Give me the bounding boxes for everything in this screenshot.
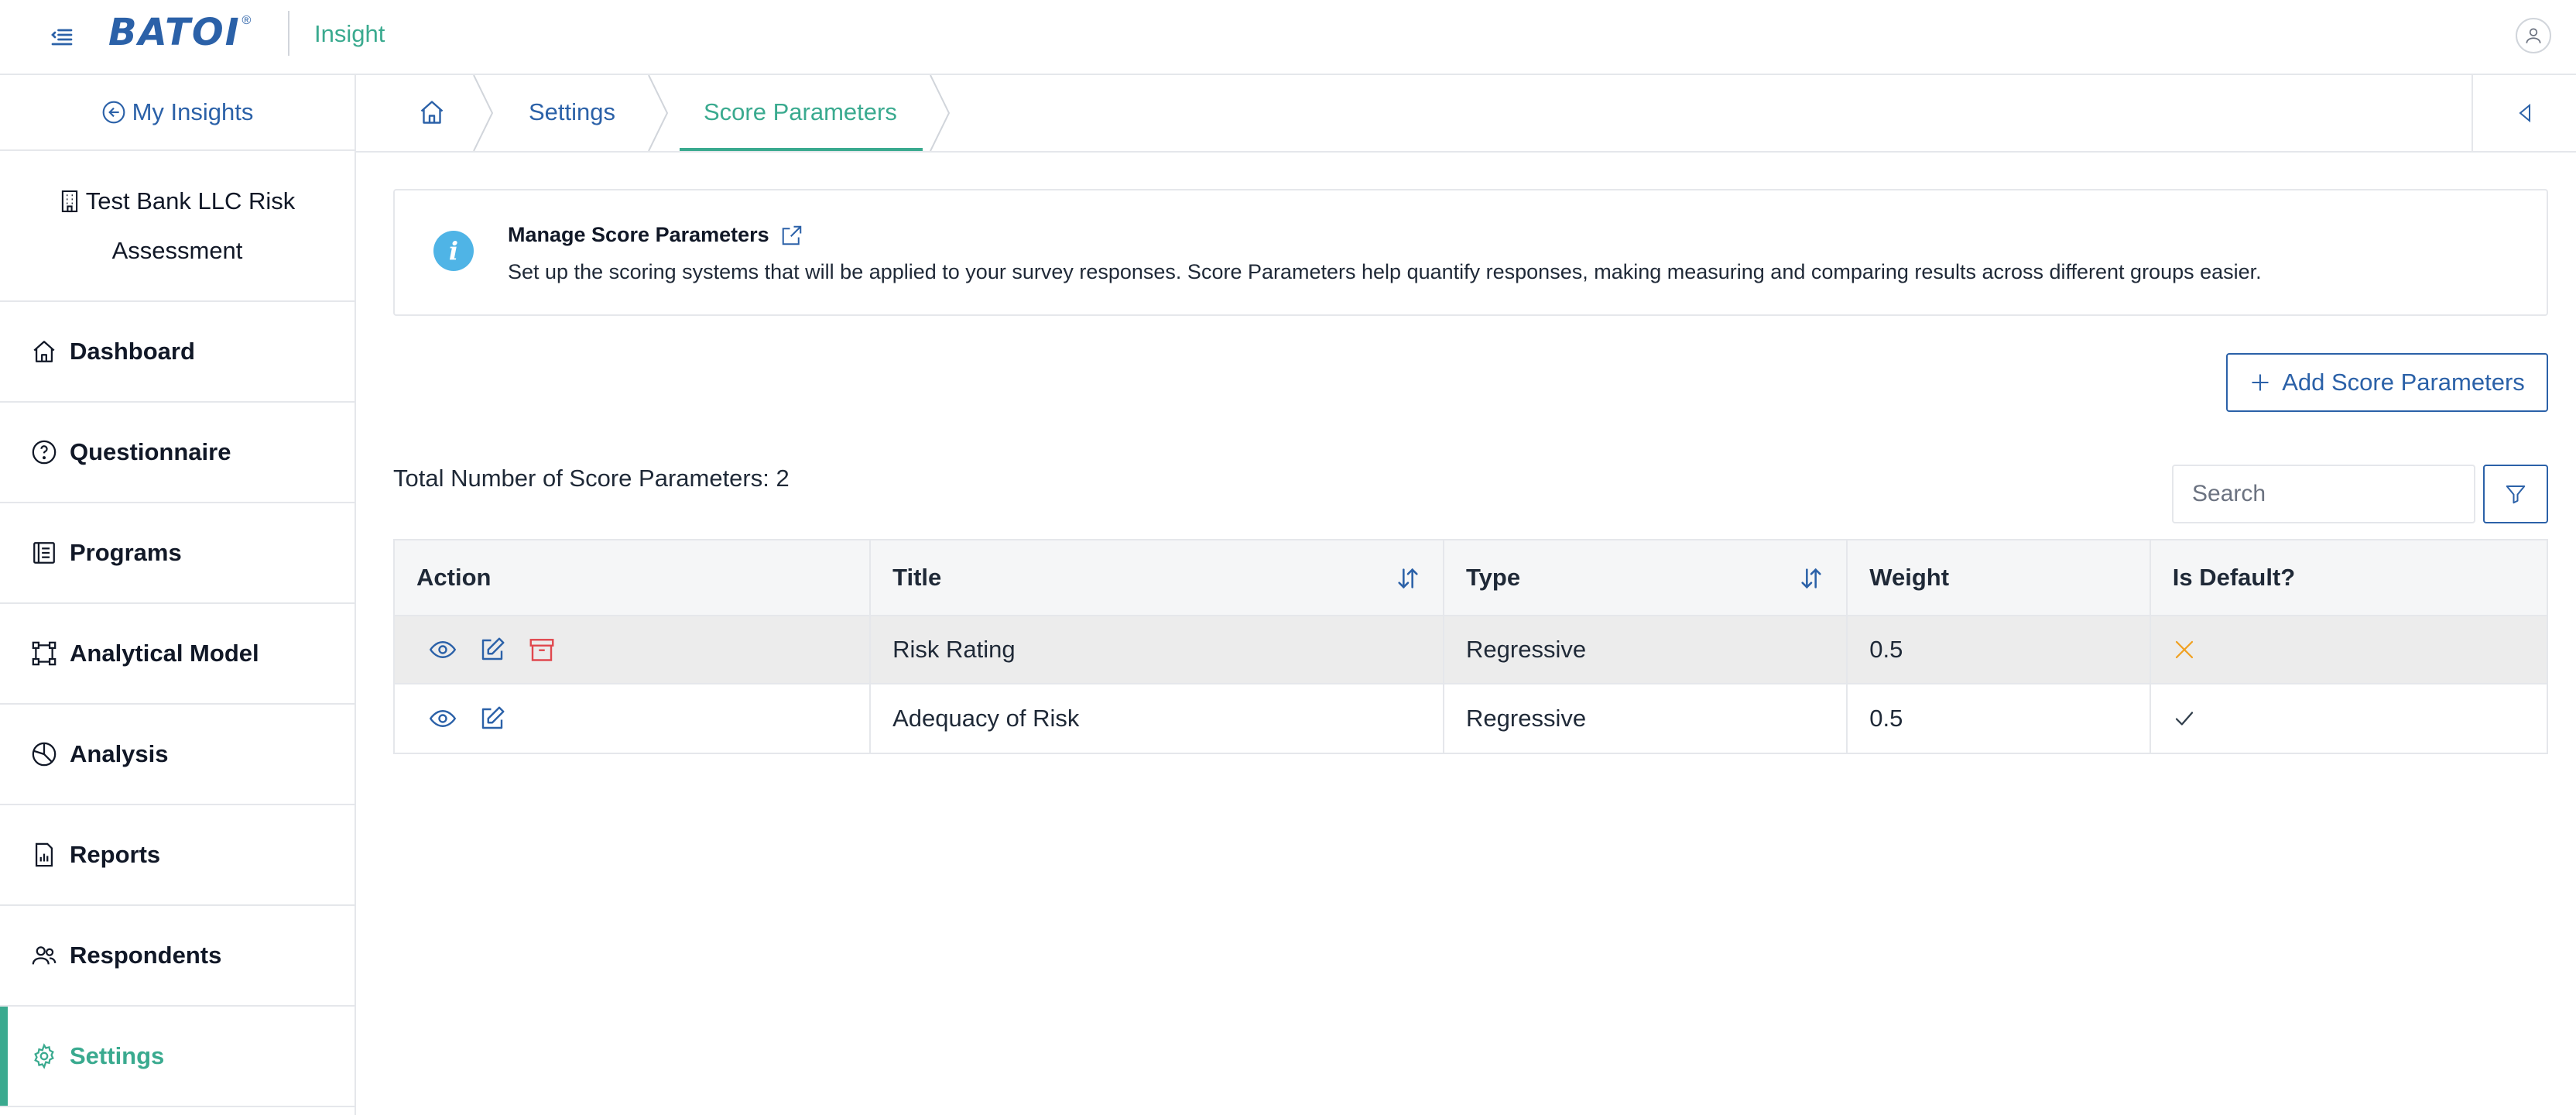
sidebar-item-programs[interactable]: Programs bbox=[0, 503, 355, 604]
building-icon bbox=[60, 189, 80, 214]
title-cell: Adequacy of Risk bbox=[871, 684, 1445, 753]
users-icon bbox=[31, 942, 57, 969]
my-insights-label: My Insights bbox=[132, 98, 254, 125]
pie-chart-icon bbox=[31, 741, 57, 767]
sidebar-item-label: Programs bbox=[70, 539, 182, 566]
column-header-title-label: Title bbox=[892, 564, 942, 591]
my-insights-link[interactable]: My Insights bbox=[0, 75, 355, 151]
title-cell: Risk Rating bbox=[871, 616, 1445, 683]
score-parameters-table: Action Title Type Weight Is Default? Ris… bbox=[393, 539, 2548, 754]
home-icon bbox=[31, 338, 57, 365]
logo-divider bbox=[288, 11, 289, 56]
is-default-cell bbox=[2151, 684, 2547, 753]
org-name-text-1: Test Bank LLC Risk bbox=[85, 187, 296, 214]
action-cell bbox=[395, 616, 872, 683]
app-name: Insight bbox=[314, 20, 385, 47]
breadcrumb: Settings Score Parameters bbox=[356, 75, 2576, 153]
breadcrumb-score-parameters[interactable]: Score Parameters bbox=[704, 98, 897, 126]
breadcrumb-separator-icon bbox=[930, 75, 951, 151]
column-header-type-label: Type bbox=[1466, 564, 1521, 591]
action-cell bbox=[395, 684, 872, 753]
caret-left-icon bbox=[2516, 102, 2534, 124]
weight-cell: 0.5 bbox=[1848, 616, 2151, 683]
type-cell: Regressive bbox=[1444, 616, 1848, 683]
sidebar-item-analytical-model[interactable]: Analytical Model bbox=[0, 604, 355, 705]
plus-icon bbox=[2249, 372, 2271, 393]
logo-registered-mark: ® bbox=[242, 14, 252, 27]
info-icon: i bbox=[433, 231, 474, 271]
external-link-icon[interactable] bbox=[780, 224, 803, 247]
sidebar-item-label: Dashboard bbox=[70, 338, 195, 365]
column-header-action: Action bbox=[395, 540, 872, 615]
add-score-parameters-button[interactable]: Add Score Parameters bbox=[2226, 353, 2548, 412]
sidebar-item-settings[interactable]: Settings bbox=[0, 1007, 355, 1107]
org-name-line1: Test Bank LLC Risk bbox=[60, 177, 296, 226]
edit-pencil-icon[interactable] bbox=[478, 705, 506, 732]
is-default-cell bbox=[2151, 616, 2547, 683]
sidebar-item-label: Analysis bbox=[70, 740, 169, 767]
add-score-parameters-label: Add Score Parameters bbox=[2282, 369, 2525, 396]
breadcrumb-separator-icon bbox=[473, 75, 494, 151]
column-header-type[interactable]: Type bbox=[1444, 540, 1848, 615]
filter-icon bbox=[2504, 482, 2527, 506]
filter-button[interactable] bbox=[2483, 465, 2548, 523]
table-header-row: Action Title Type Weight Is Default? bbox=[395, 540, 2547, 616]
weight-cell: 0.5 bbox=[1848, 684, 2151, 753]
table-row: Adequacy of Risk Regressive 0.5 bbox=[395, 684, 2547, 753]
info-banner: i Manage Score Parameters Set up the sco… bbox=[393, 189, 2548, 316]
column-header-title[interactable]: Title bbox=[871, 540, 1445, 615]
list-icon bbox=[31, 540, 57, 566]
sidebar-item-label: Analytical Model bbox=[70, 640, 259, 667]
menu-toggle-icon[interactable] bbox=[48, 23, 76, 51]
collapse-panel-button[interactable] bbox=[2472, 75, 2576, 151]
sidebar-item-questionnaire[interactable]: Questionnaire bbox=[0, 403, 355, 503]
sidebar-item-dashboard[interactable]: Dashboard bbox=[0, 302, 355, 403]
org-name-text-2: Assessment bbox=[111, 236, 243, 264]
sidebar-item-reports[interactable]: Reports bbox=[0, 805, 355, 906]
sort-icon[interactable] bbox=[1395, 565, 1421, 592]
sidebar: My Insights Test Bank LLC Risk Assessmen… bbox=[0, 75, 356, 1115]
info-description: Set up the scoring systems that will be … bbox=[508, 260, 2262, 283]
edit-pencil-icon[interactable] bbox=[478, 636, 506, 664]
sidebar-item-label: Reports bbox=[70, 841, 161, 868]
batoi-logo[interactable]: BATOI ® bbox=[108, 14, 251, 51]
sidebar-item-label: Settings bbox=[70, 1042, 165, 1069]
gear-icon bbox=[31, 1043, 57, 1069]
report-icon bbox=[31, 842, 57, 868]
logo-text: BATOI bbox=[108, 11, 241, 54]
active-breadcrumb-underline bbox=[680, 148, 923, 151]
sidebar-item-label: Respondents bbox=[70, 942, 222, 969]
archive-icon[interactable] bbox=[528, 636, 556, 664]
sidebar-item-analysis[interactable]: Analysis bbox=[0, 705, 355, 805]
sidebar-item-label: Questionnaire bbox=[70, 438, 231, 465]
user-avatar-icon[interactable] bbox=[2516, 18, 2551, 53]
breadcrumb-home-icon[interactable] bbox=[418, 98, 446, 126]
default-check-icon bbox=[2173, 707, 2196, 730]
model-icon bbox=[31, 640, 57, 667]
column-header-weight: Weight bbox=[1848, 540, 2151, 615]
breadcrumb-separator-icon bbox=[648, 75, 669, 151]
sidebar-item-respondents[interactable]: Respondents bbox=[0, 906, 355, 1007]
search-input[interactable] bbox=[2172, 465, 2475, 523]
back-arrow-icon bbox=[101, 100, 126, 125]
info-title-text: Manage Score Parameters bbox=[508, 223, 769, 246]
type-cell: Regressive bbox=[1444, 684, 1848, 753]
not-default-x-icon bbox=[2173, 638, 2196, 661]
view-eye-icon[interactable] bbox=[429, 705, 457, 732]
total-count: Total Number of Score Parameters: 2 bbox=[393, 465, 790, 492]
info-title: Manage Score Parameters bbox=[508, 223, 803, 247]
view-eye-icon[interactable] bbox=[429, 636, 457, 664]
top-bar: BATOI ® Insight bbox=[0, 0, 2576, 75]
sort-icon[interactable] bbox=[1798, 565, 1824, 592]
column-header-is-default: Is Default? bbox=[2172, 564, 2296, 591]
question-circle-icon bbox=[31, 439, 57, 465]
organization-name: Test Bank LLC Risk Assessment bbox=[0, 151, 355, 302]
table-row: Risk Rating Regressive 0.5 bbox=[395, 616, 2547, 684]
breadcrumb-settings[interactable]: Settings bbox=[529, 98, 615, 126]
